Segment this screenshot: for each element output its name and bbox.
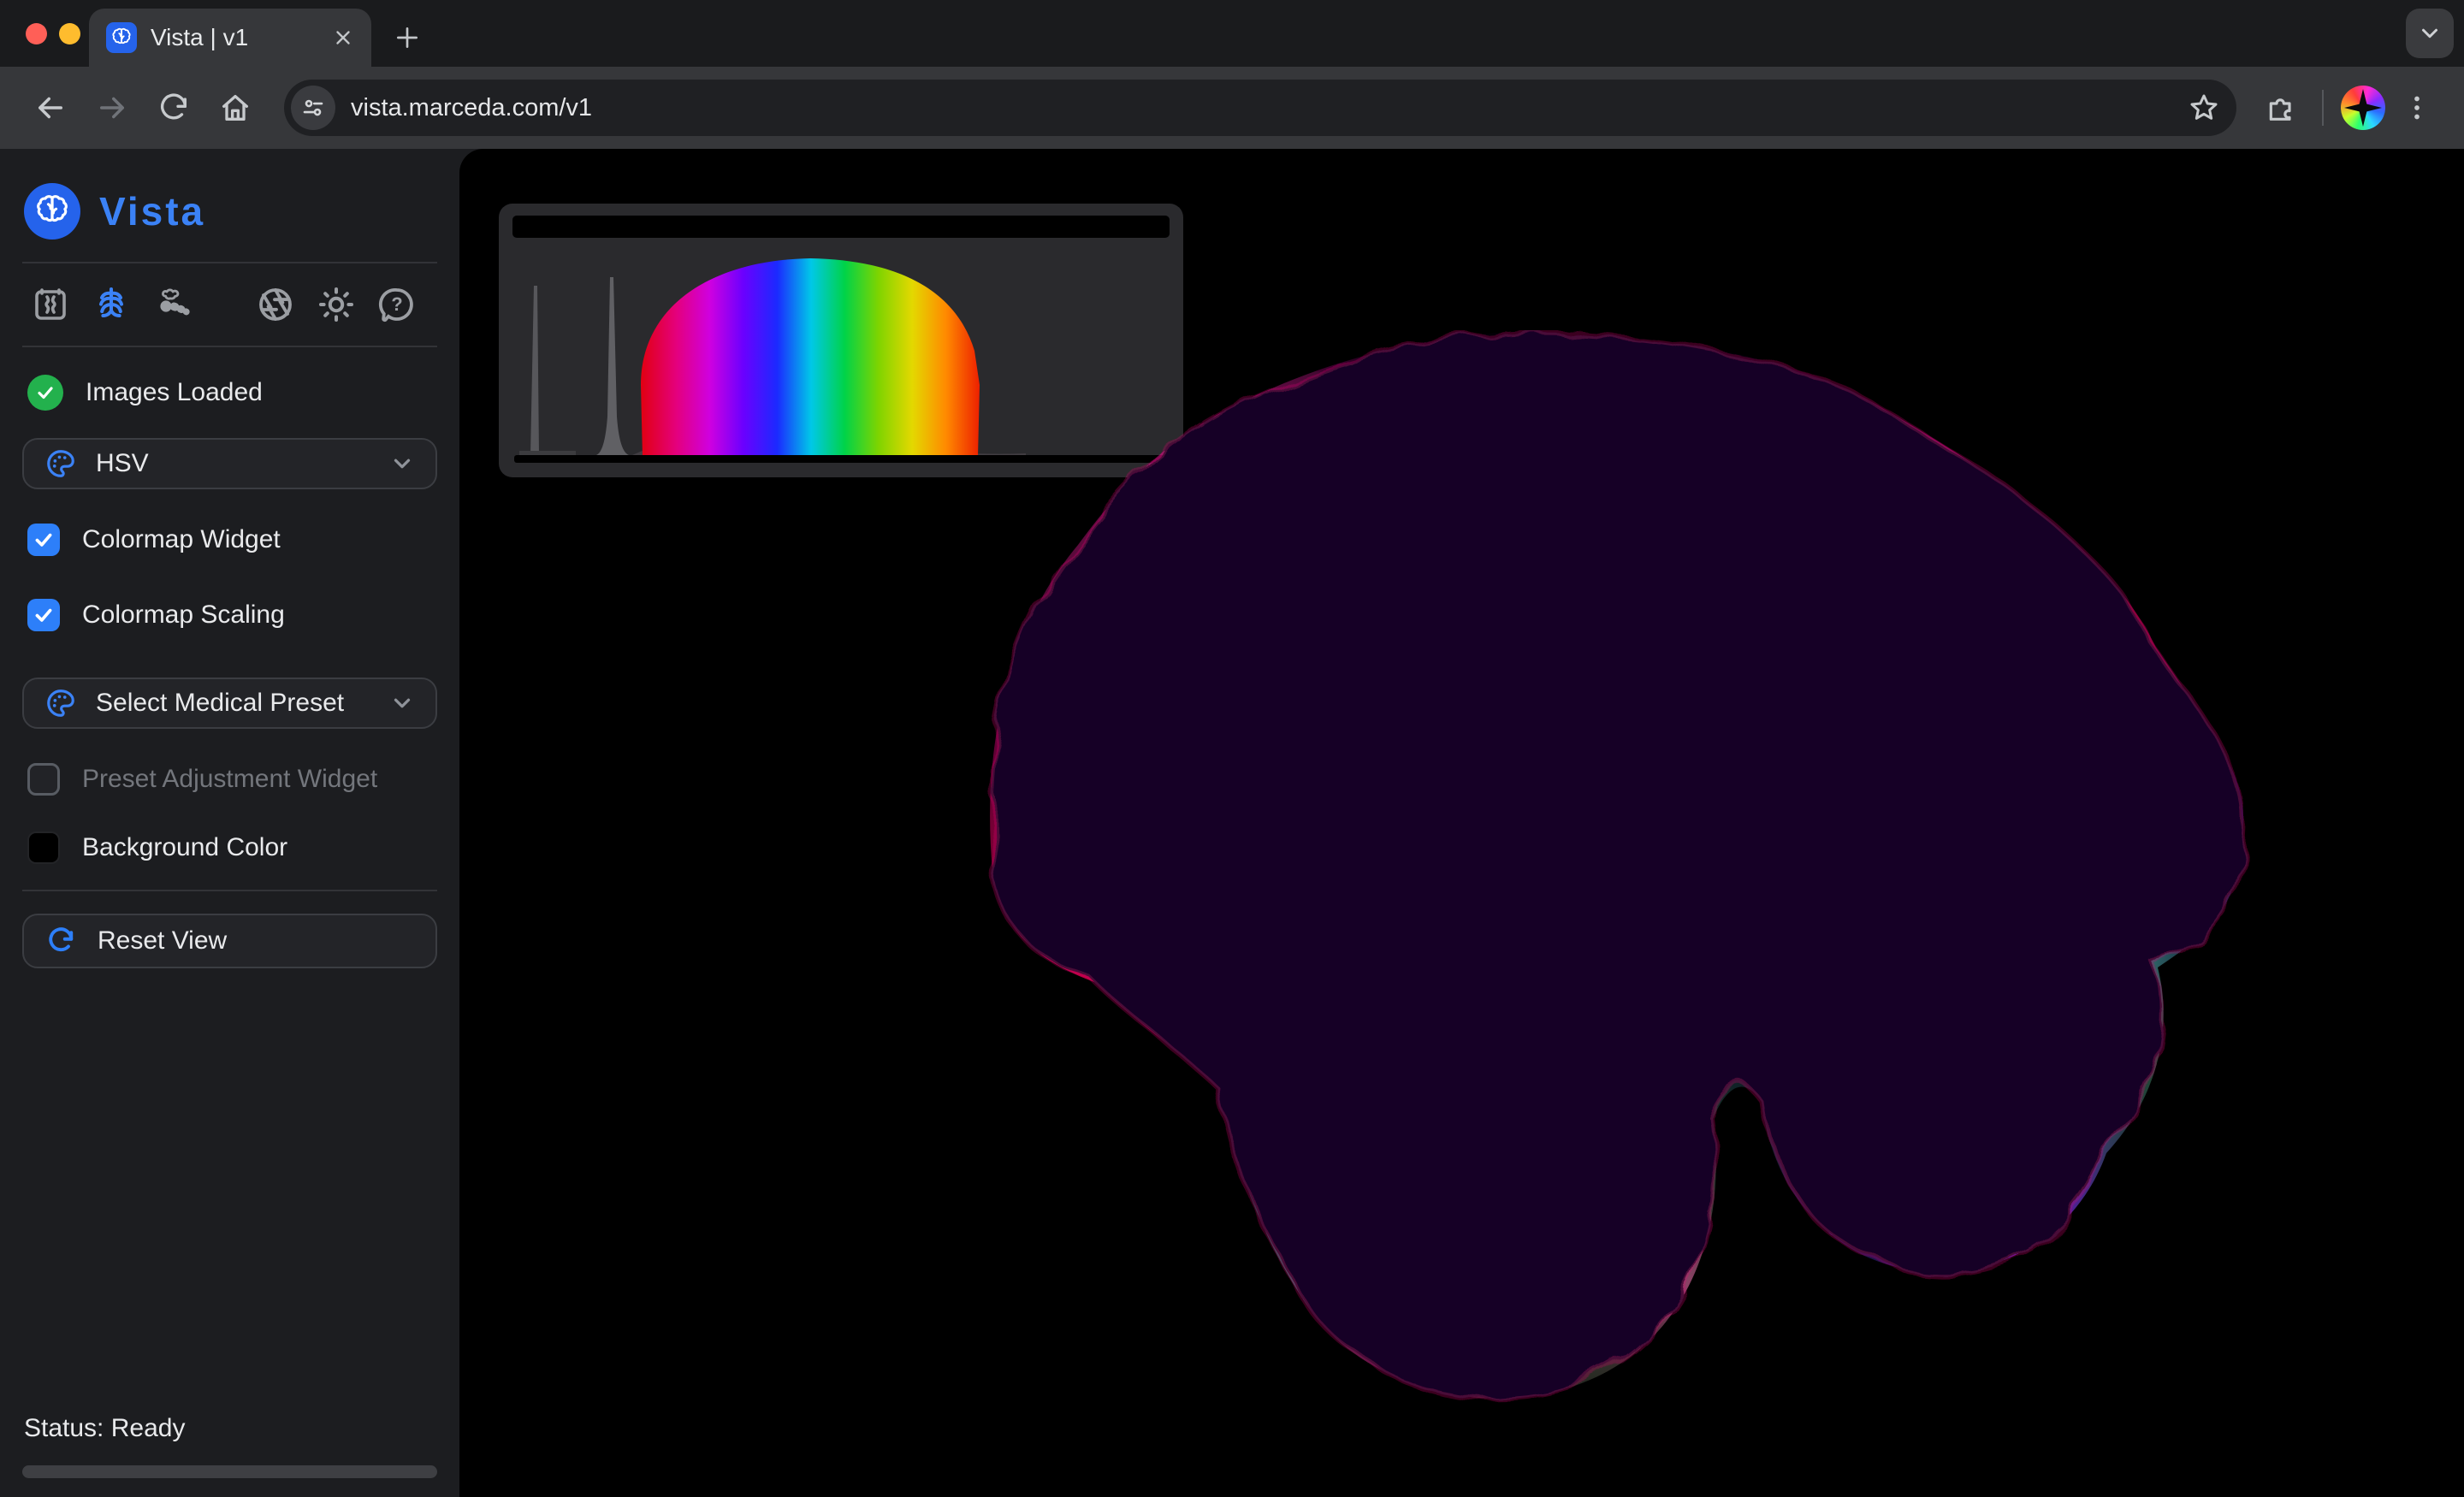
palette-icon xyxy=(44,687,77,719)
histogram-base-noise xyxy=(519,451,576,455)
back-arrow-icon[interactable] xyxy=(24,81,77,134)
url-text[interactable]: vista.marceda.com/v1 xyxy=(351,94,2171,122)
render-viewport[interactable] xyxy=(459,149,2464,1497)
brain-favicon-icon xyxy=(106,22,137,53)
progress-bar xyxy=(22,1465,437,1478)
reset-view-label: Reset View xyxy=(98,926,227,956)
browser-tab-strip: Vista | v1 xyxy=(0,0,2464,67)
ribcage-icon[interactable] xyxy=(86,278,135,331)
colormap-scaling-label: Colormap Scaling xyxy=(82,601,285,630)
window-close-button[interactable] xyxy=(26,23,47,44)
chevron-down-icon xyxy=(389,690,415,716)
brain-render[interactable] xyxy=(973,330,2256,1417)
check-circle-icon xyxy=(27,375,63,411)
background-color-row[interactable]: Background Color xyxy=(27,831,432,864)
profile-avatar[interactable] xyxy=(2341,86,2385,130)
reset-view-button[interactable]: Reset View xyxy=(22,914,437,968)
colormap-scaling-checkbox-row[interactable]: Colormap Scaling xyxy=(27,599,432,631)
home-icon[interactable] xyxy=(209,81,262,134)
url-bar[interactable]: vista.marceda.com/v1 xyxy=(284,80,2236,136)
browser-tab[interactable]: Vista | v1 xyxy=(89,9,371,67)
palette-icon xyxy=(44,447,77,480)
tab-close-icon[interactable] xyxy=(332,27,354,49)
chevron-down-icon xyxy=(389,451,415,476)
histogram-spike xyxy=(530,286,539,455)
medical-preset-select-value: Select Medical Preset xyxy=(96,689,370,718)
colormap-select[interactable]: HSV xyxy=(22,438,437,489)
xray-bone-icon[interactable] xyxy=(26,278,74,331)
images-loaded-label: Images Loaded xyxy=(86,378,263,407)
colormap-widget-checkbox-row[interactable]: Colormap Widget xyxy=(27,524,432,556)
histogram-spike xyxy=(596,277,629,455)
tab-title: Vista | v1 xyxy=(151,24,318,51)
colormap-dome[interactable] xyxy=(641,258,980,457)
app-title: Vista xyxy=(99,188,205,234)
background-color-swatch[interactable] xyxy=(27,831,60,864)
sidebar-footer: Status: Ready xyxy=(22,1414,437,1478)
window-minimize-button[interactable] xyxy=(59,23,80,44)
medical-preset-select[interactable]: Select Medical Preset xyxy=(22,677,437,729)
preset-adjustment-label: Preset Adjustment Widget xyxy=(82,765,377,794)
images-loaded-status: Images Loaded xyxy=(27,375,432,411)
forward-arrow-icon[interactable] xyxy=(86,81,139,134)
joint-icon[interactable] xyxy=(147,278,196,331)
help-icon[interactable]: ? xyxy=(373,278,422,331)
preset-adjustment-checkbox-row: Preset Adjustment Widget xyxy=(27,763,432,796)
colormap-widget-titlebar[interactable] xyxy=(512,216,1170,238)
aperture-icon[interactable] xyxy=(251,278,299,331)
sun-icon[interactable] xyxy=(312,278,361,331)
divider xyxy=(22,890,437,891)
bookmark-star-icon[interactable] xyxy=(2187,91,2221,125)
checkbox-checked-icon[interactable] xyxy=(27,524,60,556)
app-page: Vista xyxy=(0,149,2464,1497)
reload-icon[interactable] xyxy=(147,81,200,134)
checkbox-checked-icon[interactable] xyxy=(27,599,60,631)
colormap-widget-label: Colormap Widget xyxy=(82,525,281,554)
checkbox-unchecked-icon xyxy=(27,763,60,796)
site-settings-tune-icon[interactable] xyxy=(291,86,335,130)
tab-search-chevron-button[interactable] xyxy=(2406,9,2454,58)
new-tab-button[interactable] xyxy=(387,17,428,58)
background-color-label: Background Color xyxy=(82,833,287,862)
sidebar: Vista xyxy=(0,149,459,1497)
modality-toolbar: ? xyxy=(22,263,437,346)
svg-text:?: ? xyxy=(392,293,403,315)
kebab-menu-icon[interactable] xyxy=(2394,81,2440,134)
toolbar-divider xyxy=(2322,90,2324,126)
avatar-star-shape xyxy=(2344,89,2382,127)
refresh-icon xyxy=(46,926,77,956)
divider xyxy=(22,346,437,347)
colormap-select-value: HSV xyxy=(96,449,370,478)
brain-logo-icon xyxy=(24,183,80,240)
app-logo: Vista xyxy=(24,183,437,240)
status-text: Status: Ready xyxy=(24,1414,435,1443)
extensions-puzzle-icon[interactable] xyxy=(2257,81,2305,134)
browser-toolbar: vista.marceda.com/v1 xyxy=(0,67,2464,149)
